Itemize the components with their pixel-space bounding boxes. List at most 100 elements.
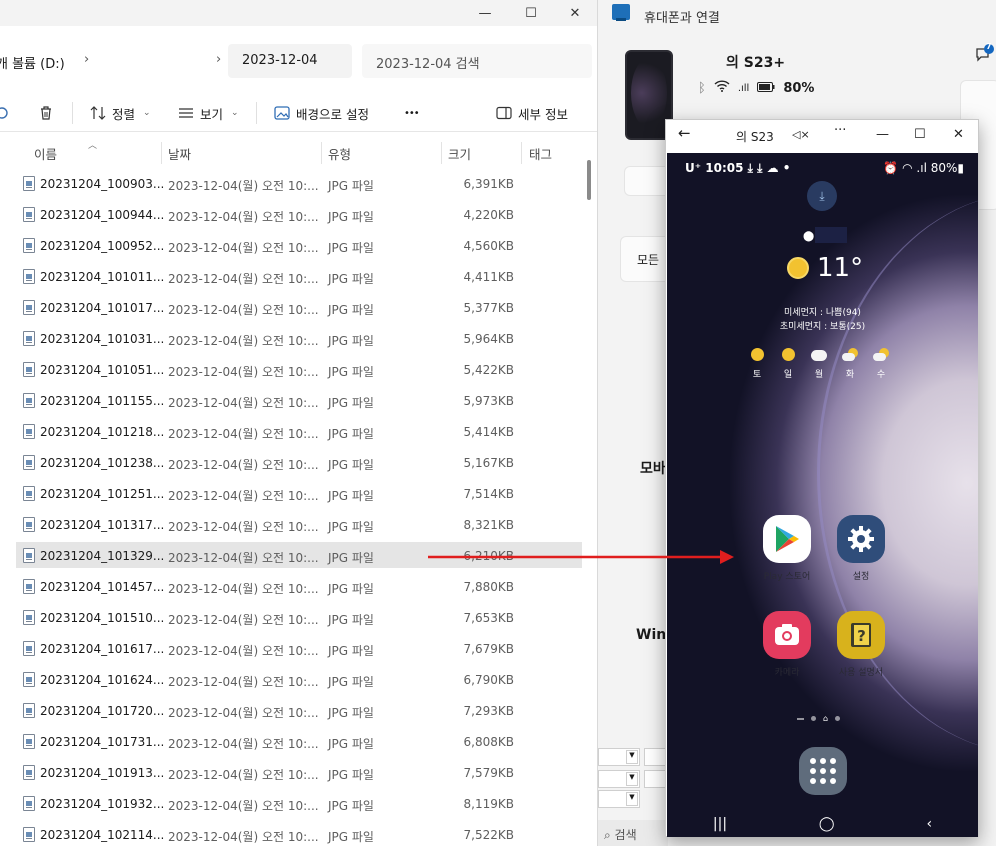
phone-mirror-window: ← 의 S23 ◁× ··· — ☐ ✕ U⁺ 10:05 ⤓ ⤓ ☁ • ⏰ … <box>665 119 979 837</box>
sort-button[interactable]: 정렬 ⌄ <box>90 102 151 124</box>
phone-link-logo-icon <box>612 4 630 21</box>
home-icon[interactable]: ◯ <box>819 816 835 832</box>
explorer-titlebar: — ☐ ✕ <box>0 0 597 26</box>
breadcrumb-folder[interactable]: 2023-12-04 <box>228 44 352 78</box>
table-row[interactable]: 20231204_101617... 2023-12-04(월) 오전 10:..… <box>16 635 582 661</box>
column-tags[interactable]: 태그 <box>529 144 552 163</box>
table-row[interactable]: 20231204_100903... 2023-12-04(월) 오전 10:..… <box>16 170 582 196</box>
file-type: JPG 파일 <box>328 520 374 534</box>
table-row[interactable]: 20231204_100952... 2023-12-04(월) 오전 10:..… <box>16 232 582 258</box>
small-field[interactable] <box>644 770 666 788</box>
table-row[interactable]: 20231204_101932... 2023-12-04(월) 오전 10:..… <box>16 790 582 816</box>
details-pane-icon <box>496 105 512 121</box>
minimize-button[interactable]: — <box>462 2 508 24</box>
file-date: 2023-12-04(월) 오전 10:... <box>168 334 319 348</box>
small-field[interactable] <box>644 748 666 766</box>
view-button[interactable]: 보기 ⌄ <box>178 102 239 124</box>
file-name: 20231204_101731... <box>40 735 165 749</box>
table-row[interactable]: 20231204_101238... 2023-12-04(월) 오전 10:..… <box>16 449 582 475</box>
search-input[interactable]: 2023-12-04 검색 <box>362 44 592 78</box>
jpg-file-icon <box>23 207 35 222</box>
close-button[interactable]: ✕ <box>953 127 964 142</box>
table-row[interactable]: 20231204_101720... 2023-12-04(월) 오전 10:..… <box>16 697 582 723</box>
table-row[interactable]: 20231204_101251... 2023-12-04(월) 오전 10:..… <box>16 480 582 506</box>
chevron-down-icon[interactable]: ▼ <box>626 772 638 786</box>
jpg-file-icon <box>23 393 35 408</box>
more-icon: ••• <box>404 107 420 119</box>
column-type[interactable]: 유형 <box>328 144 351 163</box>
file-size: 4,411KB <box>463 270 514 284</box>
file-size: 6,790KB <box>463 673 514 687</box>
delete-button[interactable] <box>38 102 54 124</box>
file-type: JPG 파일 <box>328 706 374 720</box>
minimize-button[interactable]: — <box>876 127 889 142</box>
status-bar-left: U⁺ 10:05 ⤓ ⤓ ☁ • <box>685 161 791 175</box>
app-settings[interactable]: 설정 <box>826 515 896 582</box>
table-row[interactable]: 20231204_101031... 2023-12-04(월) 오전 10:..… <box>16 325 582 351</box>
weather-widget[interactable]: 11° <box>787 253 863 283</box>
file-name: 20231204_102114... <box>40 828 165 842</box>
play-store-icon <box>763 515 811 563</box>
file-name: 20231204_101031... <box>40 332 165 346</box>
file-size: 8,321KB <box>463 518 514 532</box>
table-row[interactable]: 20231204_101017... 2023-12-04(월) 오전 10:..… <box>16 294 582 320</box>
app-drawer-button[interactable] <box>799 747 847 795</box>
file-type: JPG 파일 <box>328 179 374 193</box>
file-date: 2023-12-04(월) 오전 10:... <box>168 520 319 534</box>
chevron-right-icon[interactable]: › <box>216 52 221 67</box>
maximize-button[interactable]: ☐ <box>914 127 926 142</box>
forecast-day: 화 <box>842 348 858 380</box>
download-icon[interactable]: ⤓ <box>807 181 837 211</box>
table-row[interactable]: 20231204_101011... 2023-12-04(월) 오전 10:..… <box>16 263 582 289</box>
table-row[interactable]: 20231204_101913... 2023-12-04(월) 오전 10:..… <box>16 759 582 785</box>
messages-icon[interactable]: 7 <box>974 42 994 64</box>
file-date: 2023-12-04(월) 오전 10:... <box>168 458 319 472</box>
more-options-button[interactable]: ••• <box>404 102 420 124</box>
table-row[interactable]: 20231204_101731... 2023-12-04(월) 오전 10:..… <box>16 728 582 754</box>
page-indicator-dot <box>811 716 816 721</box>
table-row[interactable]: 20231204_101218... 2023-12-04(월) 오전 10:..… <box>16 418 582 444</box>
set-background-button[interactable]: 배경으로 설정 <box>274 102 369 124</box>
table-row[interactable]: 20231204_100944... 2023-12-04(월) 오전 10:..… <box>16 201 582 227</box>
file-name: 20231204_101510... <box>40 611 165 625</box>
jpg-file-icon <box>23 176 35 191</box>
column-size[interactable]: 크기 <box>448 144 471 163</box>
mute-icon[interactable]: ◁× <box>792 128 810 141</box>
share-button[interactable] <box>0 102 10 124</box>
more-icon[interactable]: ··· <box>834 123 846 138</box>
vertical-scrollbar[interactable] <box>587 160 591 200</box>
table-row[interactable]: 20231204_101317... 2023-12-04(월) 오전 10:..… <box>16 511 582 537</box>
chevron-down-icon[interactable]: ▼ <box>626 750 638 764</box>
file-size: 7,653KB <box>463 611 514 625</box>
recent-apps-icon[interactable]: ||| <box>713 816 727 832</box>
chevron-right-icon[interactable]: › <box>84 52 89 67</box>
back-icon[interactable]: ‹ <box>926 816 932 832</box>
app-camera[interactable]: 카메라 <box>752 611 822 678</box>
table-row[interactable]: 20231204_101051... 2023-12-04(월) 오전 10:..… <box>16 356 582 382</box>
column-header-row: ︿ 이름 날짜 유형 크기 태그 <box>0 140 597 166</box>
table-row[interactable]: 20231204_101155... 2023-12-04(월) 오전 10:..… <box>16 387 582 413</box>
phone-screen[interactable]: U⁺ 10:05 ⤓ ⤓ ☁ • ⏰ ◠ .ıl 80%▮ ⤓ ⬤ 11° 미세… <box>667 153 978 837</box>
maximize-button[interactable]: ☐ <box>508 2 554 24</box>
table-row[interactable]: 20231204_102114... 2023-12-04(월) 오전 10:..… <box>16 821 582 846</box>
back-arrow-icon[interactable]: ← <box>678 124 691 142</box>
table-row[interactable]: 20231204_101624... 2023-12-04(월) 오전 10:..… <box>16 666 582 692</box>
taskbar-search[interactable]: ⌕ 검색 <box>598 820 668 846</box>
file-size: 7,293KB <box>463 704 514 718</box>
chevron-down-icon[interactable]: ▼ <box>626 792 638 806</box>
breadcrumb-drive[interactable]: 개 볼륨 (D:) <box>0 53 65 72</box>
table-row-selected[interactable]: 20231204_101329... 2023-12-04(월) 오전 10:..… <box>16 542 582 568</box>
table-row[interactable]: 20231204_101457... 2023-12-04(월) 오전 10:..… <box>16 573 582 599</box>
app-play-store[interactable]: Play 스토어 <box>752 515 822 582</box>
file-date: 2023-12-04(월) 오전 10:... <box>168 613 319 627</box>
details-pane-button[interactable]: 세부 정보 <box>496 102 568 124</box>
app-user-manual[interactable]: ? 사용 설명서 <box>826 611 896 678</box>
table-row[interactable]: 20231204_101510... 2023-12-04(월) 오전 10:..… <box>16 604 582 630</box>
column-name[interactable]: 이름 <box>34 144 57 163</box>
file-size: 5,414KB <box>463 425 514 439</box>
forecast-day: 일 <box>780 348 796 380</box>
jpg-file-icon <box>23 455 35 470</box>
close-button[interactable]: ✕ <box>552 2 597 24</box>
column-date[interactable]: 날짜 <box>168 144 191 163</box>
jpg-file-icon <box>23 610 35 625</box>
